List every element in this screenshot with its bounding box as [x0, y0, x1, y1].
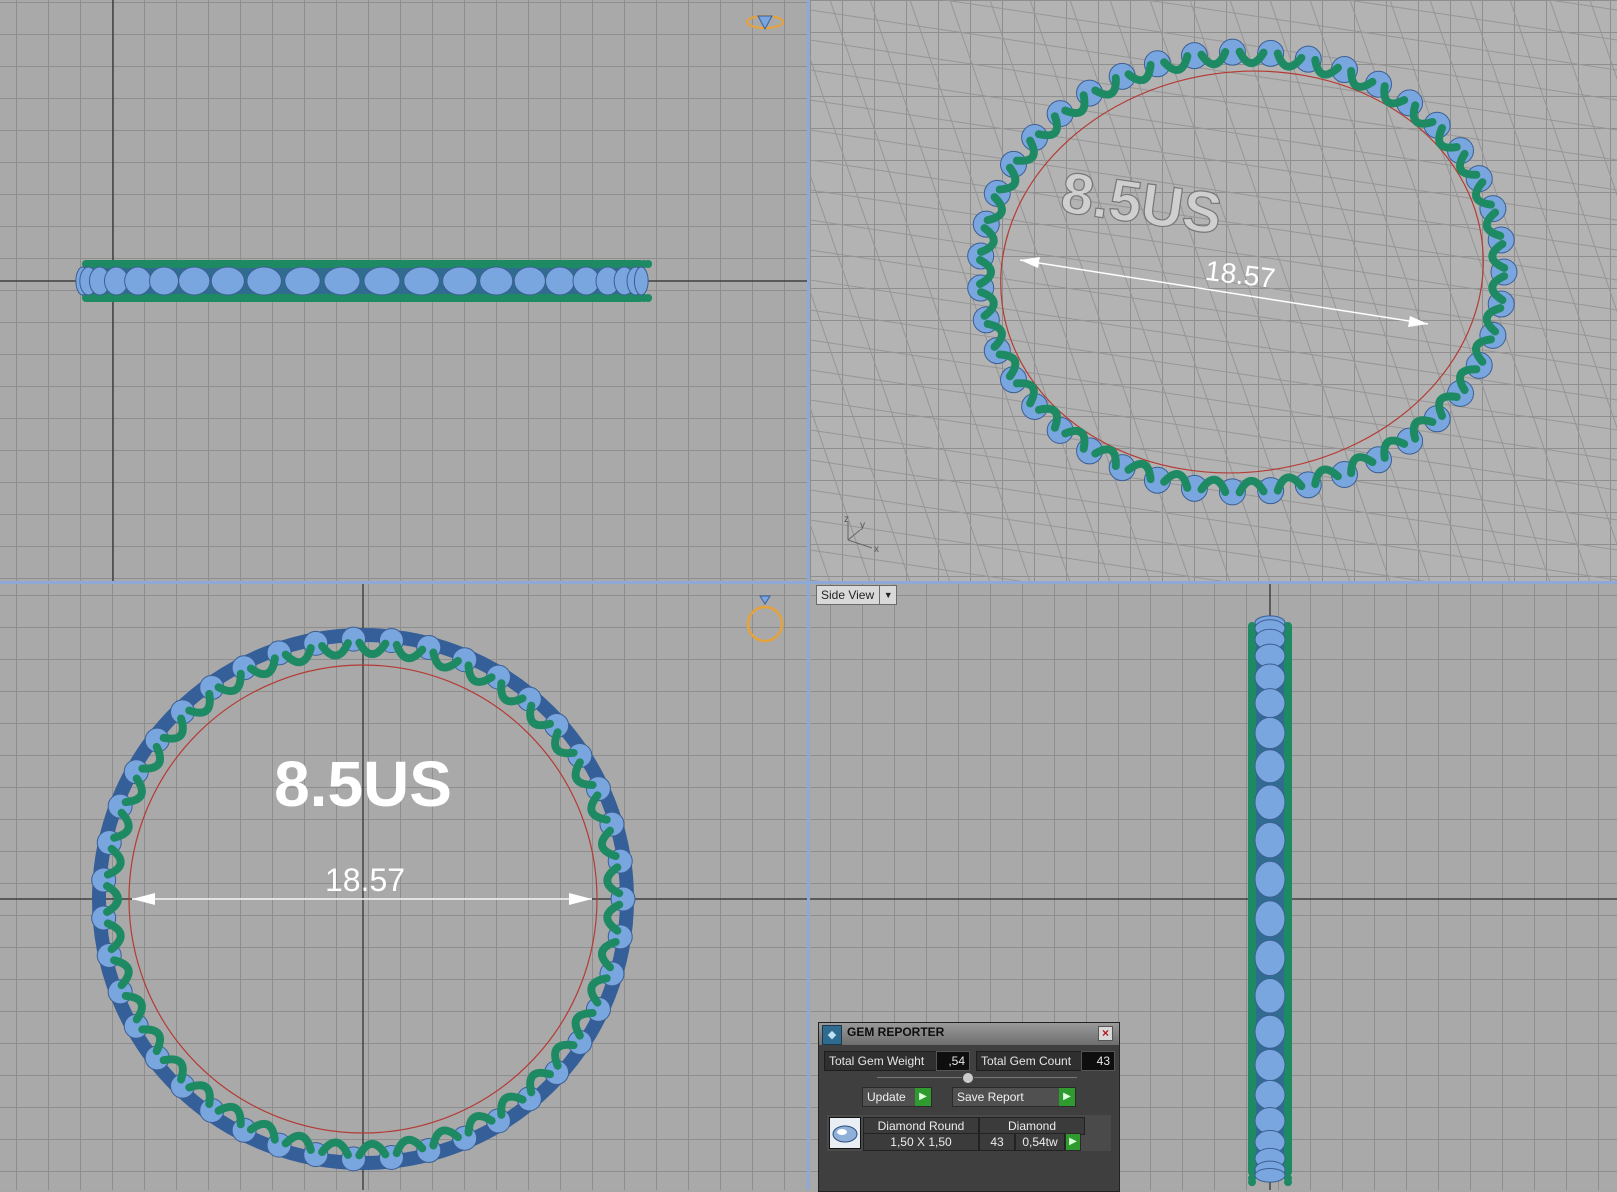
ring-gizmo-icon[interactable] [746, 595, 784, 643]
prong [1488, 272, 1509, 305]
close-icon[interactable]: × [1098, 1026, 1113, 1041]
prong [1091, 445, 1120, 471]
gem-stone [1254, 749, 1286, 784]
viewport-divider-horizontal[interactable] [0, 581, 1617, 584]
save-report-button[interactable]: Save Report ▶ [952, 1087, 1076, 1107]
gem-stone [633, 266, 649, 296]
size-engraving-3d: 8.5US [1057, 160, 1226, 247]
prong [1235, 476, 1268, 497]
gem-size: 1,50 X 1,50 [863, 1133, 979, 1151]
gem-reporter-panel: ◆ GEM REPORTER × Total Gem Weight ,54 To… [818, 1022, 1120, 1192]
viewport-front[interactable] [0, 0, 808, 582]
prong [1197, 48, 1230, 69]
prong [1235, 47, 1268, 68]
view-selector[interactable]: Side View ▼ [816, 585, 898, 605]
prong [1347, 66, 1377, 91]
gem-stone [178, 266, 211, 296]
gem-weight: 0,54tw [1015, 1133, 1065, 1151]
perspective-canvas: 8.5US 18.57 z y x [810, 0, 1617, 582]
gem-stone [479, 266, 514, 296]
save-report-button-label: Save Report [957, 1090, 1024, 1104]
prong [318, 639, 352, 660]
gem-stone [1254, 688, 1286, 719]
prong [1347, 453, 1377, 478]
svg-text:x: x [874, 544, 879, 555]
gem-reporter-logo-icon: ◆ [822, 1025, 842, 1045]
viewport-divider-vertical[interactable] [807, 0, 810, 1190]
viewport-perspective[interactable]: 8.5US 18.57 z y x [810, 0, 1617, 582]
gem-stone [403, 266, 440, 296]
top-view-canvas: 8.5US 18.57 [0, 584, 808, 1190]
total-gem-count-value: 43 [1081, 1051, 1115, 1071]
play-arrow-icon: ▶ [1059, 1088, 1075, 1106]
prong [1380, 436, 1409, 462]
gem-stone [284, 266, 321, 296]
svg-text:y: y [860, 520, 865, 531]
front-view-canvas [0, 0, 808, 582]
gem-stone [1254, 716, 1286, 750]
gem-stone [1254, 900, 1286, 938]
prong [355, 638, 390, 659]
diamond-gizmo-icon[interactable] [746, 15, 784, 31]
gem-stone [1254, 1048, 1286, 1082]
update-button[interactable]: Update ▶ [862, 1087, 932, 1107]
dropdown-arrow-icon[interactable]: ▼ [879, 586, 896, 604]
play-arrow-icon: ▶ [1066, 1134, 1080, 1150]
gem-stone [442, 266, 478, 296]
gem-stone [1254, 939, 1286, 977]
gem-detail-button[interactable]: ▶ [1065, 1133, 1081, 1151]
gem-stone [1254, 784, 1286, 820]
size-engraving: 8.5US [274, 748, 452, 820]
gem-stone [1254, 1014, 1286, 1049]
gem-stone [545, 266, 575, 296]
prong [1091, 73, 1120, 99]
play-arrow-icon: ▶ [915, 1088, 931, 1106]
gem-list-row[interactable]: Diamond Round 1,50 X 1,50 Diamond 43 0,5… [827, 1115, 1111, 1151]
gem-count: 43 [979, 1133, 1015, 1151]
svg-text:z: z [844, 514, 849, 525]
ring-band-front [75, 260, 653, 302]
diameter-dimension-label: 18.57 [1204, 255, 1277, 294]
gem-stone [124, 266, 152, 296]
total-gem-weight-label: Total Gem Weight [824, 1051, 938, 1071]
gem-reporter-titlebar[interactable]: ◆ GEM REPORTER × [819, 1023, 1119, 1045]
gem-stone [513, 266, 546, 296]
prong [976, 256, 995, 288]
panel-separator [877, 1077, 1077, 1078]
gem-stone [572, 266, 600, 296]
gem-stone [1254, 821, 1286, 859]
prong [603, 863, 624, 898]
diameter-dimension-label: 18.57 [325, 862, 405, 898]
diamond-thumbnail-icon [829, 1117, 861, 1149]
collapse-handle[interactable] [962, 1072, 974, 1084]
viewport-top[interactable]: 8.5US 18.57 [0, 584, 808, 1190]
prong [603, 900, 624, 935]
update-button-label: Update [867, 1090, 906, 1104]
total-gem-weight-value: ,54 [936, 1051, 970, 1071]
gem-stone [1254, 663, 1286, 691]
gem-stone [1254, 860, 1286, 898]
total-gem-count-label: Total Gem Count [976, 1051, 1084, 1071]
gem-stone [363, 266, 401, 296]
gem-stone [323, 266, 361, 296]
view-selector-label: Side View [821, 588, 875, 602]
panel-title: GEM REPORTER [847, 1025, 945, 1039]
prong [1488, 239, 1509, 272]
prong [977, 224, 998, 256]
gem-stone [149, 266, 179, 296]
prong [355, 1139, 390, 1160]
gem-stone [1254, 1167, 1286, 1183]
gem-stone [246, 266, 282, 296]
prong [1380, 82, 1409, 108]
prong [977, 288, 998, 320]
ring-band-side [1248, 615, 1292, 1187]
gem-stone [1254, 1079, 1286, 1110]
gem-stone [210, 266, 245, 296]
gem-stone [1254, 978, 1286, 1014]
prong [318, 1138, 352, 1159]
